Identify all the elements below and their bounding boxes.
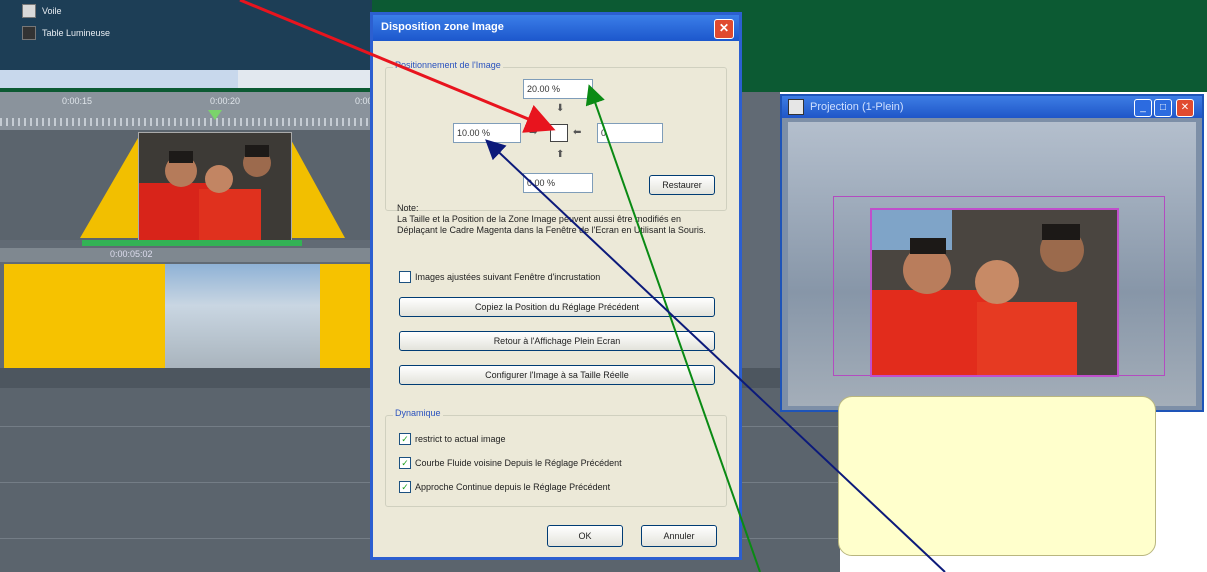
note-title: Note: <box>397 203 419 213</box>
left-field[interactable]: 10.00 % <box>453 123 521 143</box>
checkbox-box[interactable] <box>399 271 411 283</box>
ok-button[interactable]: OK <box>547 525 623 547</box>
real-size-button[interactable]: Configurer l'Image à sa Taille Réelle <box>399 365 715 385</box>
continuous-approach-checkbox[interactable]: ✓ Approche Continue depuis le Réglage Pr… <box>399 481 610 493</box>
arrow-left-icon: ⬅ <box>573 127 582 138</box>
clip-duration-bar[interactable] <box>82 240 302 246</box>
preview-photo <box>870 208 1119 377</box>
image-zone-dialog: Disposition zone Image ✕ Positionnement … <box>370 12 742 560</box>
preview-window: Projection (1-Plein) _ □ ✕ <box>780 94 1204 412</box>
checkmark-icon[interactable]: ✓ <box>399 457 411 469</box>
preview-canvas[interactable] <box>788 122 1196 406</box>
center-box-icon <box>550 124 568 142</box>
preview-titlebar[interactable]: Projection (1-Plein) _ □ ✕ <box>782 96 1202 118</box>
clip-photo <box>139 133 291 241</box>
timeline-scroll-strip[interactable] <box>0 70 372 88</box>
clip-info-bar: 0:00:05:02 <box>0 248 375 262</box>
ruler-ticks <box>0 118 375 126</box>
app-icon <box>788 99 804 115</box>
clip-thumbnail[interactable] <box>138 132 292 242</box>
playhead-marker[interactable] <box>208 110 222 120</box>
bottom-field[interactable]: 0.00 % <box>523 173 593 193</box>
copy-position-button[interactable]: Copiez la Position du Réglage Précédent <box>399 297 715 317</box>
restrict-checkbox[interactable]: ✓ restrict to actual image <box>399 433 506 445</box>
note-text: Note: La Taille et la Position de la Zon… <box>397 203 707 236</box>
close-button[interactable]: ✕ <box>1176 99 1194 117</box>
fit-images-checkbox[interactable]: Images ajustées suivant Fenêtre d'incrus… <box>399 271 600 283</box>
sticky-note <box>838 396 1156 556</box>
scroll-thumb[interactable] <box>0 70 238 88</box>
note-body: La Taille et la Position de la Zone Imag… <box>397 214 706 235</box>
effects-list: Voile Table Lumineuse <box>0 0 372 70</box>
time-ruler[interactable]: 0:00:15 0:00:20 0:00: <box>0 92 375 131</box>
film-icon <box>22 26 36 40</box>
dynamics-group-label: Dynamique <box>393 408 443 418</box>
sky-clip-thumbnail[interactable] <box>165 264 320 368</box>
effects-item-table-lumineuse[interactable]: Table Lumineuse <box>22 26 110 40</box>
right-field[interactable]: 0 <box>597 123 663 143</box>
dialog-titlebar[interactable]: Disposition zone Image ✕ <box>373 15 739 41</box>
top-field[interactable]: 20.00 % <box>523 79 593 99</box>
minimize-button[interactable]: _ <box>1134 99 1152 117</box>
checkmark-icon[interactable]: ✓ <box>399 481 411 493</box>
arrow-right-icon: ➡ <box>529 127 538 138</box>
dialog-close-button[interactable]: ✕ <box>714 19 734 39</box>
smooth-curve-checkbox[interactable]: ✓ Courbe Fluide voisine Depuis le Réglag… <box>399 457 622 469</box>
voile-icon <box>22 4 36 18</box>
cancel-button[interactable]: Annuler <box>641 525 717 547</box>
arrow-up-icon: ⬆ <box>556 149 565 160</box>
restore-button[interactable]: Restaurer <box>649 175 715 195</box>
checkmark-icon[interactable]: ✓ <box>399 433 411 445</box>
preview-photo-image <box>872 210 1117 375</box>
effects-item-voile[interactable]: Voile <box>22 4 62 18</box>
position-group-label: Positionnement de l'Image <box>393 60 503 70</box>
maximize-button[interactable]: □ <box>1154 99 1172 117</box>
fullscreen-button[interactable]: Retour à l'Affichage Plein Ecran <box>399 331 715 351</box>
arrow-down-icon: ⬇ <box>556 103 565 114</box>
